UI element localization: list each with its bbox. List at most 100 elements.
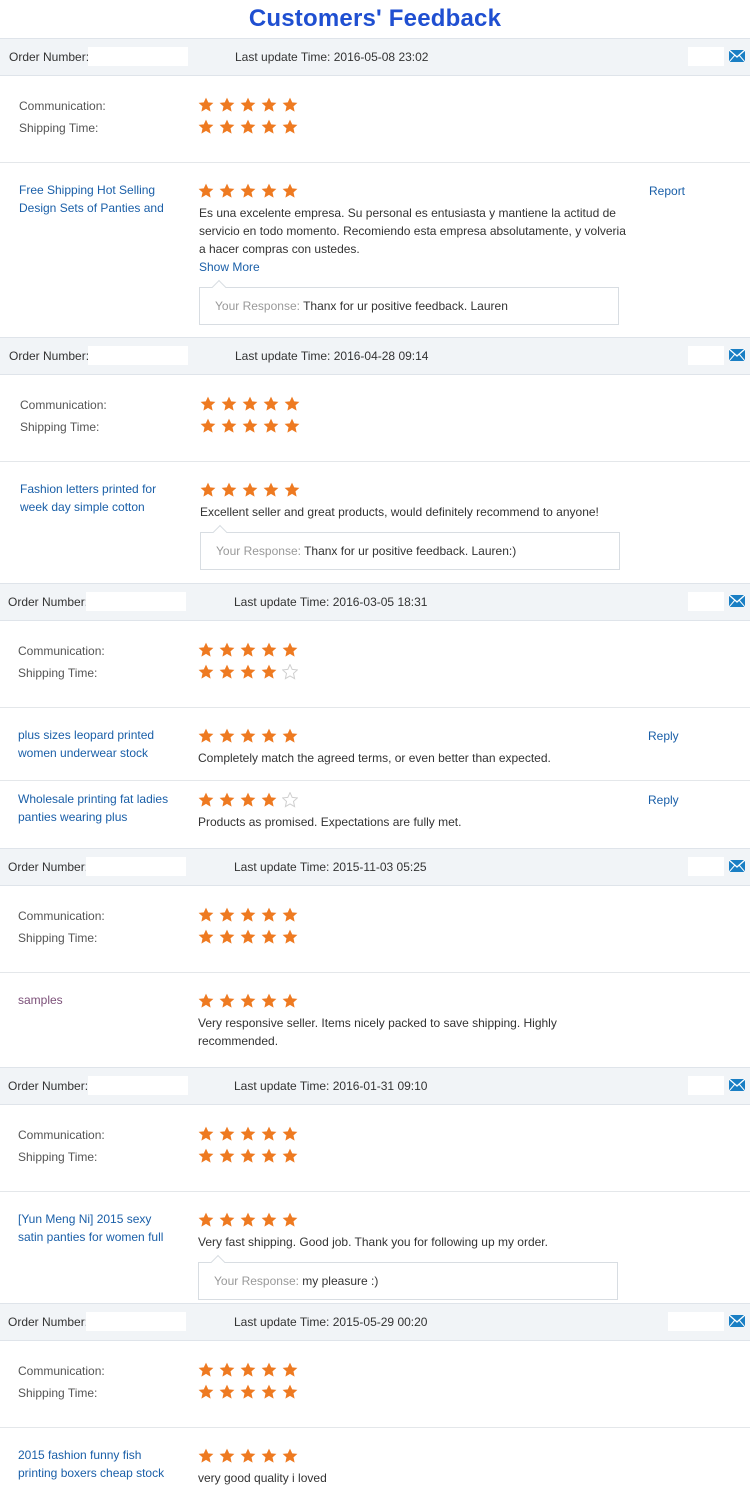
last-update-time: Last update Time: 2015-05-29 00:20: [234, 1315, 428, 1329]
star-filled-icon: [219, 792, 235, 807]
star-filled-icon: [240, 728, 256, 743]
product-stars: [198, 728, 303, 744]
reply-link[interactable]: Reply: [648, 793, 679, 807]
product-stars: [198, 183, 303, 199]
feedback-item: 2015 fashion funny fish printing boxers …: [0, 1428, 750, 1500]
star-filled-icon: [240, 907, 256, 922]
star-filled-icon: [219, 1148, 235, 1163]
star-filled-icon: [240, 183, 256, 198]
star-filled-icon: [198, 1384, 214, 1399]
order-number-value: [86, 857, 186, 876]
star-filled-icon: [219, 1212, 235, 1227]
star-filled-icon: [282, 1362, 298, 1377]
mail-icon[interactable]: [729, 1315, 745, 1327]
star-filled-icon: [282, 907, 298, 922]
star-filled-icon: [261, 1148, 277, 1163]
star-filled-icon: [282, 97, 298, 112]
contact-box: [688, 1076, 724, 1095]
response-text: Thanx for ur positive feedback. Lauren:): [304, 544, 517, 558]
star-filled-icon: [263, 482, 279, 497]
star-filled-icon: [198, 907, 214, 922]
star-filled-icon: [219, 183, 235, 198]
mail-icon[interactable]: [729, 349, 745, 361]
last-update-time: Last update Time: 2015-11-03 05:25: [234, 860, 427, 874]
star-filled-icon: [242, 482, 258, 497]
product-link[interactable]: [Yun Meng Ni] 2015 sexy satin panties fo…: [18, 1210, 178, 1246]
shipping-time-stars: [200, 418, 305, 434]
feedback-comment: Products as promised. Expectations are f…: [198, 815, 462, 829]
star-filled-icon: [240, 1148, 256, 1163]
star-filled-icon: [198, 1148, 214, 1163]
star-filled-icon: [198, 1448, 214, 1463]
star-filled-icon: [200, 396, 216, 411]
star-filled-icon: [221, 482, 237, 497]
star-filled-icon: [242, 418, 258, 433]
star-filled-icon: [282, 1448, 298, 1463]
star-filled-icon: [282, 1384, 298, 1399]
order-ratings: Communication: Shipping Time:: [0, 1342, 750, 1428]
star-filled-icon: [198, 1212, 214, 1227]
mail-icon[interactable]: [729, 1079, 745, 1091]
star-filled-icon: [198, 664, 214, 679]
response-pointer: [212, 524, 228, 540]
order-ratings: Communication: Shipping Time:: [0, 376, 750, 462]
star-filled-icon: [261, 1448, 277, 1463]
communication-stars: [200, 396, 305, 412]
star-filled-icon: [198, 183, 214, 198]
communication-label: Communication:: [18, 1364, 105, 1378]
feedback-item: Free Shipping Hot Selling Design Sets of…: [0, 163, 750, 338]
product-link[interactable]: samples: [18, 991, 178, 1009]
star-filled-icon: [219, 664, 235, 679]
reply-link[interactable]: Reply: [648, 729, 679, 743]
product-link[interactable]: Free Shipping Hot Selling Design Sets of…: [19, 181, 179, 217]
communication-stars: [198, 97, 303, 113]
order-number-value: [86, 592, 186, 611]
feedback-comment: very good quality i loved: [198, 1471, 327, 1485]
order-number-value: [86, 1312, 186, 1331]
last-update-time: Last update Time: 2016-01-31 09:10: [234, 1079, 428, 1093]
report-link[interactable]: Report: [649, 184, 685, 198]
star-filled-icon: [198, 929, 214, 944]
contact-box: [688, 857, 724, 876]
contact-box: [688, 592, 724, 611]
product-link[interactable]: Fashion letters printed for week day sim…: [20, 480, 180, 516]
order-ratings: Communication: Shipping Time:: [0, 1106, 750, 1192]
order-ratings: Communication: Shipping Time:: [0, 77, 750, 163]
star-filled-icon: [261, 1212, 277, 1227]
order-header: Order Number: Last update Time: 2016-03-…: [0, 583, 750, 621]
star-filled-icon: [198, 728, 214, 743]
star-filled-icon: [198, 119, 214, 134]
product-stars: [198, 993, 303, 1009]
mail-icon[interactable]: [729, 50, 745, 62]
star-filled-icon: [219, 907, 235, 922]
star-filled-icon: [219, 728, 235, 743]
star-filled-icon: [219, 1448, 235, 1463]
product-link[interactable]: plus sizes leopard printed women underwe…: [18, 726, 178, 762]
shipping-time-stars: [198, 664, 303, 680]
feedback-item: [Yun Meng Ni] 2015 sexy satin panties fo…: [0, 1192, 750, 1304]
star-empty-icon: [282, 664, 298, 680]
order-number-value: [88, 346, 188, 365]
star-filled-icon: [240, 119, 256, 134]
star-filled-icon: [282, 929, 298, 944]
star-filled-icon: [242, 396, 258, 411]
shipping-time-stars: [198, 119, 303, 135]
star-filled-icon: [240, 1448, 256, 1463]
mail-icon[interactable]: [729, 860, 745, 872]
star-filled-icon: [221, 418, 237, 433]
star-filled-icon: [282, 1126, 298, 1141]
star-filled-icon: [240, 929, 256, 944]
product-link[interactable]: Wholesale printing fat ladies panties we…: [18, 790, 178, 826]
star-filled-icon: [282, 183, 298, 198]
show-more-link[interactable]: Show More: [199, 260, 260, 274]
feedback-item: samples Very responsive seller. Items ni…: [0, 973, 750, 1068]
product-link[interactable]: 2015 fashion funny fish printing boxers …: [18, 1446, 178, 1482]
star-filled-icon: [263, 418, 279, 433]
mail-icon[interactable]: [729, 595, 745, 607]
star-filled-icon: [261, 1384, 277, 1399]
order-header: Order Number: Last update Time: 2016-05-…: [0, 38, 750, 76]
star-filled-icon: [221, 396, 237, 411]
shipping-time-label: Shipping Time:: [18, 1150, 98, 1164]
contact-box: [688, 346, 724, 365]
star-filled-icon: [261, 907, 277, 922]
